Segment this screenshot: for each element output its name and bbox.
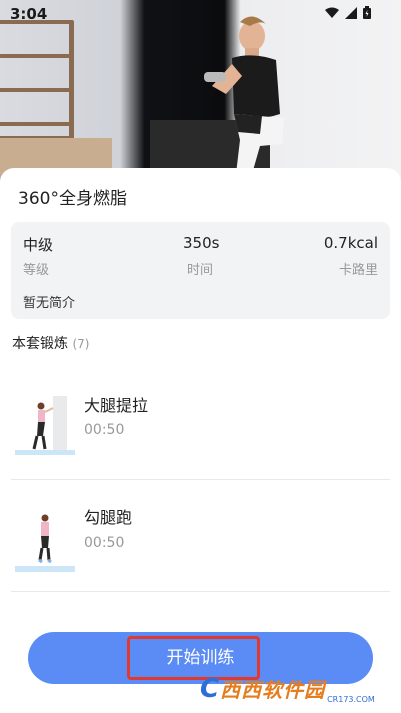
- duration-label: 时间: [187, 263, 214, 278]
- exercise-thumbnail: [15, 396, 75, 455]
- athlete-figure: [204, 16, 284, 174]
- shelf-decoration: [0, 20, 74, 140]
- wifi-icon: [325, 7, 339, 18]
- exercise-name: 大腿提拉: [84, 396, 149, 415]
- workout-stats-card: 中级 等级 350s 时间 0.7kcal 卡路里 暂无简介: [11, 222, 390, 319]
- exercise-item[interactable]: 大腿提拉 00:50: [11, 364, 390, 474]
- watermark-site: CR173.COM: [327, 695, 375, 704]
- duration-value: 350s: [183, 234, 220, 252]
- workout-cover-image: 3:04: [0, 0, 401, 186]
- signal-icon: [345, 6, 357, 19]
- workout-title: 360°全身燃脂: [18, 189, 127, 209]
- level-value: 中级: [23, 236, 54, 254]
- watermark-brand: 西西软件园: [220, 678, 326, 702]
- calories-value: 0.7kcal: [323, 234, 378, 252]
- watermark-logo: C西西软件园 CR173.COM: [200, 674, 375, 704]
- battery-icon: [363, 6, 371, 19]
- exercise-duration: 00:50: [84, 535, 125, 551]
- status-bar: 3:04: [0, 0, 401, 28]
- calories-label: 卡路里: [338, 263, 378, 278]
- exercise-count: (7): [72, 337, 90, 351]
- workout-description: 暂无简介: [23, 296, 76, 311]
- exercise-item[interactable]: 勾腿跑 00:50: [11, 480, 390, 590]
- level-label: 等级: [23, 263, 50, 278]
- exercise-name: 勾腿跑: [84, 508, 133, 527]
- exercise-section-header: 本套锻炼 (7): [12, 333, 89, 353]
- divider: [11, 591, 390, 592]
- section-title: 本套锻炼: [12, 336, 68, 352]
- workout-detail-sheet: 360°全身燃脂 中级 等级 350s 时间 0.7kcal 卡路里 暂无简介 …: [0, 168, 401, 713]
- exercise-duration: 00:50: [84, 422, 125, 438]
- exercise-thumbnail: [15, 514, 75, 572]
- status-time: 3:04: [10, 5, 48, 23]
